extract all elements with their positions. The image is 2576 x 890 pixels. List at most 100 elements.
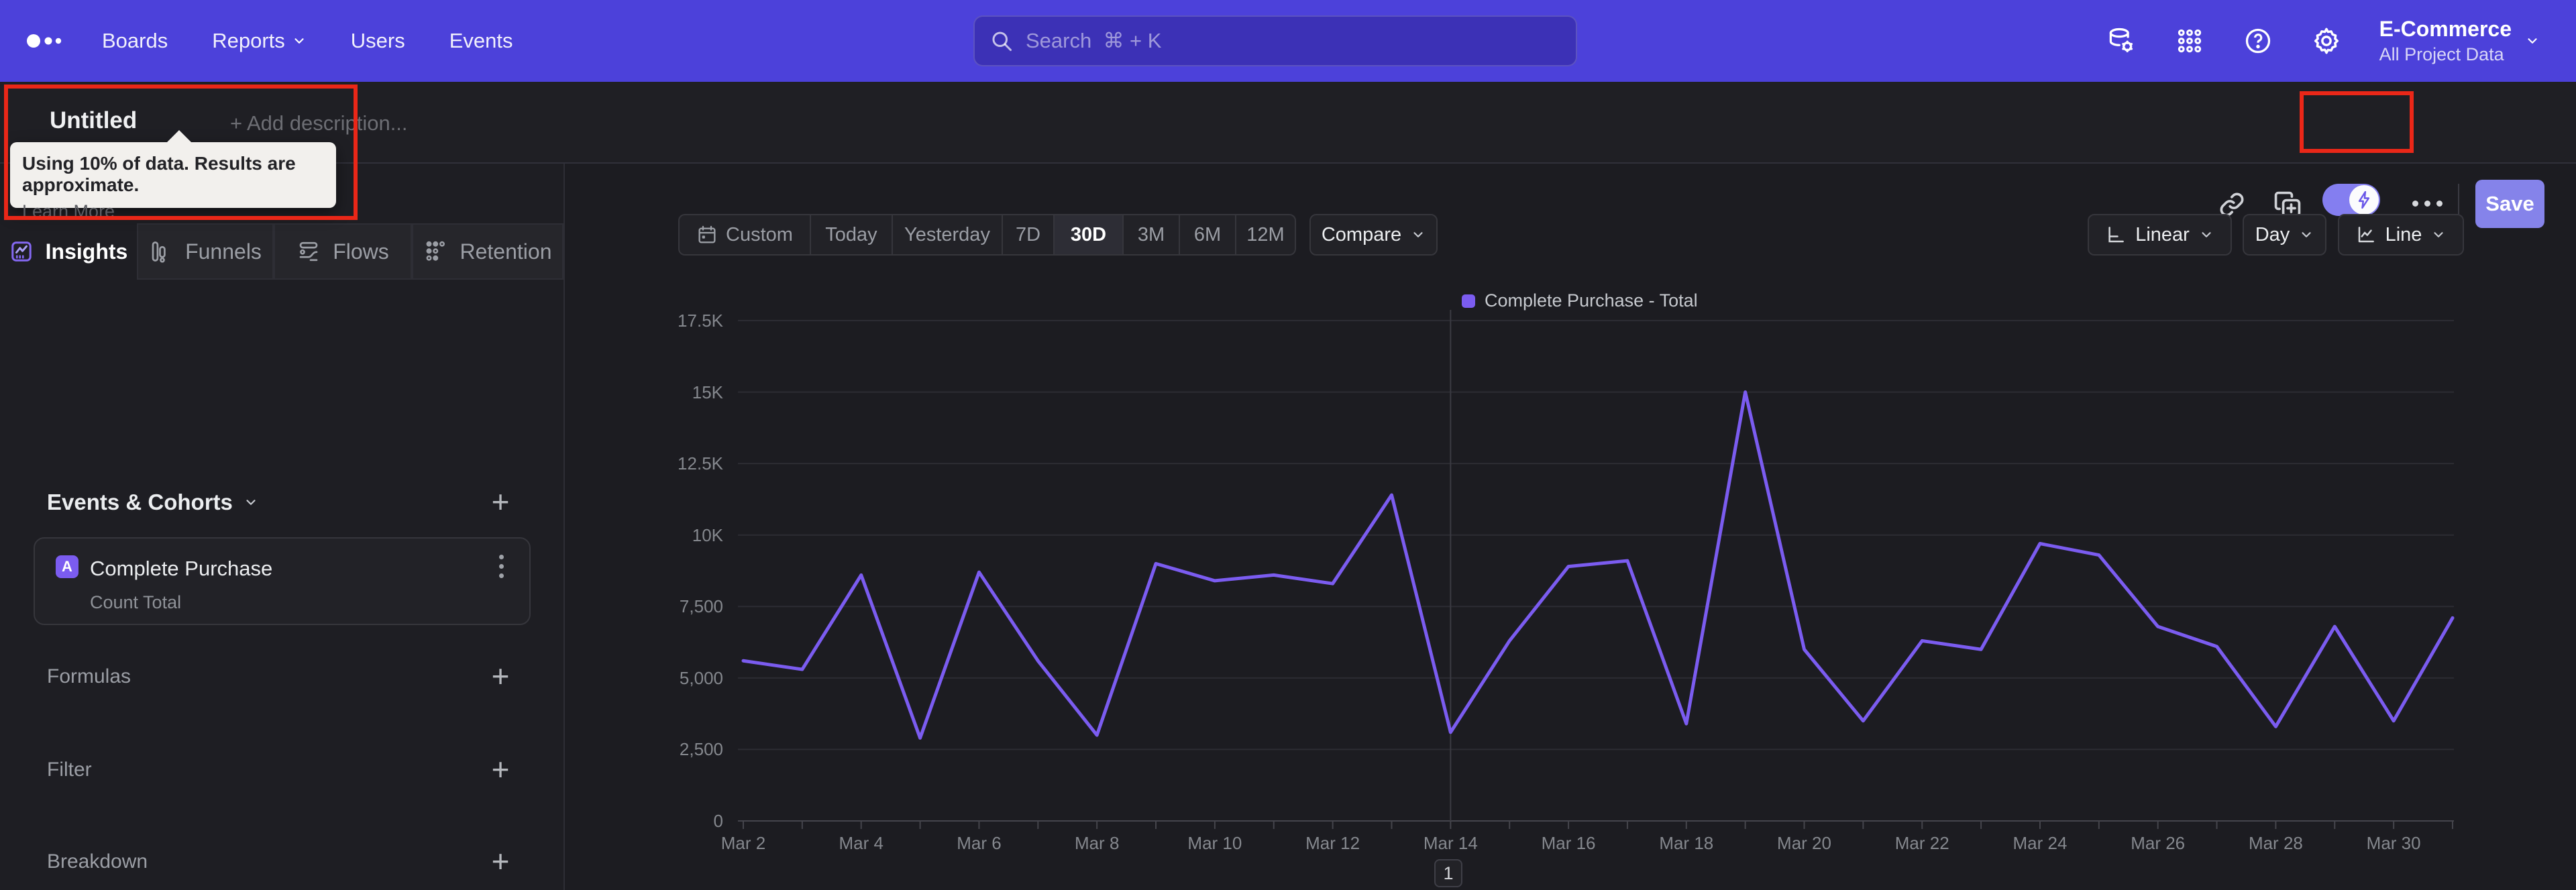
chart-type-dropdown[interactable]: Line <box>2338 214 2464 256</box>
lightning-bolt-icon <box>2358 190 2370 209</box>
legend-swatch <box>1462 294 1475 308</box>
x-axis-label: Mar 22 <box>1894 833 1949 853</box>
add-event-button[interactable]: + <box>486 486 515 517</box>
data-management-icon[interactable] <box>2106 25 2137 56</box>
y-axis-label: 2,500 <box>679 739 723 760</box>
retention-icon <box>426 241 445 261</box>
help-icon[interactable] <box>2243 25 2273 56</box>
event-name[interactable]: Complete Purchase <box>90 557 272 581</box>
calendar-icon <box>698 225 716 243</box>
project-switcher[interactable]: E-Commerce All Project Data <box>2379 17 2540 65</box>
y-axis-label: 5,000 <box>679 667 723 688</box>
section-filter: Filter <box>47 759 92 781</box>
mixpanel-logo[interactable] <box>24 0 71 82</box>
logo-dots-icon <box>27 34 62 48</box>
query-sidebar: Insights Funnels Flows Retention Events … <box>0 164 565 890</box>
nav-item-reports[interactable]: Reports <box>212 29 307 53</box>
range-7d[interactable]: 7D <box>1003 215 1055 254</box>
event-metric[interactable]: Count Total <box>90 592 181 613</box>
nav-right-cluster: E-Commerce All Project Data <box>2106 0 2540 82</box>
tab-label: Funnels <box>185 239 262 264</box>
range-6m[interactable]: 6M <box>1180 215 1236 254</box>
chart-legend-item[interactable]: Complete Purchase - Total <box>1462 290 1698 311</box>
tooltip-arrow <box>166 130 193 144</box>
range-today[interactable]: Today <box>811 215 893 254</box>
range-yesterday[interactable]: Yesterday <box>893 215 1003 254</box>
x-axis-label: Mar 20 <box>1777 833 1831 853</box>
section-breakdown: Breakdown <box>47 850 148 873</box>
more-options-icon[interactable] <box>2412 201 2445 207</box>
granularity-dropdown[interactable]: Day <box>2243 214 2326 256</box>
axis-icon <box>2108 227 2125 243</box>
chevron-down-icon <box>294 38 304 44</box>
y-axis-label: 17.5K <box>678 311 723 331</box>
toggle-knob <box>2349 185 2379 215</box>
x-axis-label: Mar 14 <box>1423 833 1478 853</box>
report-title[interactable]: Untitled <box>50 107 137 134</box>
x-axis-label: Mar 10 <box>1187 833 1242 853</box>
x-axis-label: Mar 26 <box>2131 833 2186 853</box>
app-window: Boards Reports Users Events Search ⌘ + K… <box>0 0 2576 890</box>
insights-icon <box>11 241 32 262</box>
report-header: Untitled Sampled + Add description... <box>0 82 2576 228</box>
x-axis-label: Mar 18 <box>1659 833 1714 853</box>
add-formula-button[interactable]: + <box>486 661 515 691</box>
date-range-control: Custom Today Yesterday 7D 30D 3M 6M 12M <box>678 214 1296 256</box>
chevron-down-icon <box>2302 232 2311 237</box>
sampling-tooltip: Using 10% of data. Results are approxima… <box>10 130 336 221</box>
events-cohorts-label: Events & Cohorts <box>47 490 233 514</box>
search-icon <box>992 32 1012 51</box>
y-axis-label: 12.5K <box>678 453 723 474</box>
chevron-down-icon <box>2434 232 2444 237</box>
tab-funnels[interactable]: Funnels <box>137 223 274 280</box>
funnels-icon <box>152 241 166 263</box>
y-axis-label: 15K <box>692 382 723 402</box>
tab-insights[interactable]: Insights <box>0 223 137 280</box>
sampling-toggle[interactable] <box>2322 184 2380 216</box>
x-axis-label: Mar 16 <box>1541 833 1596 853</box>
x-axis-label: Mar 6 <box>957 833 1002 853</box>
x-axis-label: Mar 2 <box>720 833 766 853</box>
tab-label: Retention <box>460 239 552 264</box>
event-kebab-icon[interactable] <box>499 555 506 581</box>
y-axis-label: 0 <box>713 811 723 831</box>
event-card[interactable]: A Complete Purchase Count Total <box>34 537 531 625</box>
flows-icon <box>299 241 318 262</box>
line-chart-icon <box>2358 227 2374 243</box>
x-axis-label: Mar 28 <box>2248 833 2303 853</box>
x-axis-label: Mar 30 <box>2366 833 2421 853</box>
save-button[interactable]: Save <box>2475 180 2544 228</box>
legend-label: Complete Purchase - Total <box>1485 290 1698 311</box>
tooltip-message: Using 10% of data. Results are approxima… <box>22 153 296 195</box>
learn-more-link[interactable]: Learn More <box>22 201 115 222</box>
nav-item-boards[interactable]: Boards <box>102 29 168 53</box>
add-breakdown-button[interactable]: + <box>486 846 515 877</box>
nav-item-users[interactable]: Users <box>351 29 405 53</box>
x-axis-label: Mar 4 <box>839 833 883 853</box>
range-custom[interactable]: Custom <box>680 215 811 254</box>
apps-grid-icon[interactable] <box>2174 25 2205 56</box>
chevron-down-icon <box>246 500 256 505</box>
pagination-page-button[interactable]: 1 <box>1434 859 1462 887</box>
settings-icon[interactable] <box>2311 25 2342 56</box>
add-description[interactable]: + Add description... <box>230 111 408 135</box>
search-input[interactable] <box>1026 29 1549 53</box>
x-axis-label: Mar 12 <box>1305 833 1360 853</box>
tab-retention[interactable]: Retention <box>412 223 564 280</box>
nav-menu: Boards Reports Users Events <box>102 0 513 82</box>
nav-item-events[interactable]: Events <box>449 29 513 53</box>
events-cohorts-header[interactable]: Events & Cohorts <box>47 490 258 515</box>
range-12m[interactable]: 12M <box>1236 215 1295 254</box>
scale-dropdown[interactable]: Linear <box>2088 214 2232 256</box>
tab-flows[interactable]: Flows <box>274 223 412 280</box>
range-30d[interactable]: 30D <box>1055 215 1124 254</box>
add-filter-button[interactable]: + <box>486 754 515 785</box>
y-axis-label: 10K <box>692 524 723 545</box>
search-bar[interactable] <box>973 15 1577 66</box>
compare-button[interactable]: Compare <box>1309 214 1438 256</box>
range-3m[interactable]: 3M <box>1124 215 1180 254</box>
x-axis-label: Mar 8 <box>1074 833 1120 853</box>
chevron-down-icon <box>2202 232 2211 237</box>
chart-plot-area[interactable] <box>738 314 2455 822</box>
event-letter-badge: A <box>56 555 78 578</box>
